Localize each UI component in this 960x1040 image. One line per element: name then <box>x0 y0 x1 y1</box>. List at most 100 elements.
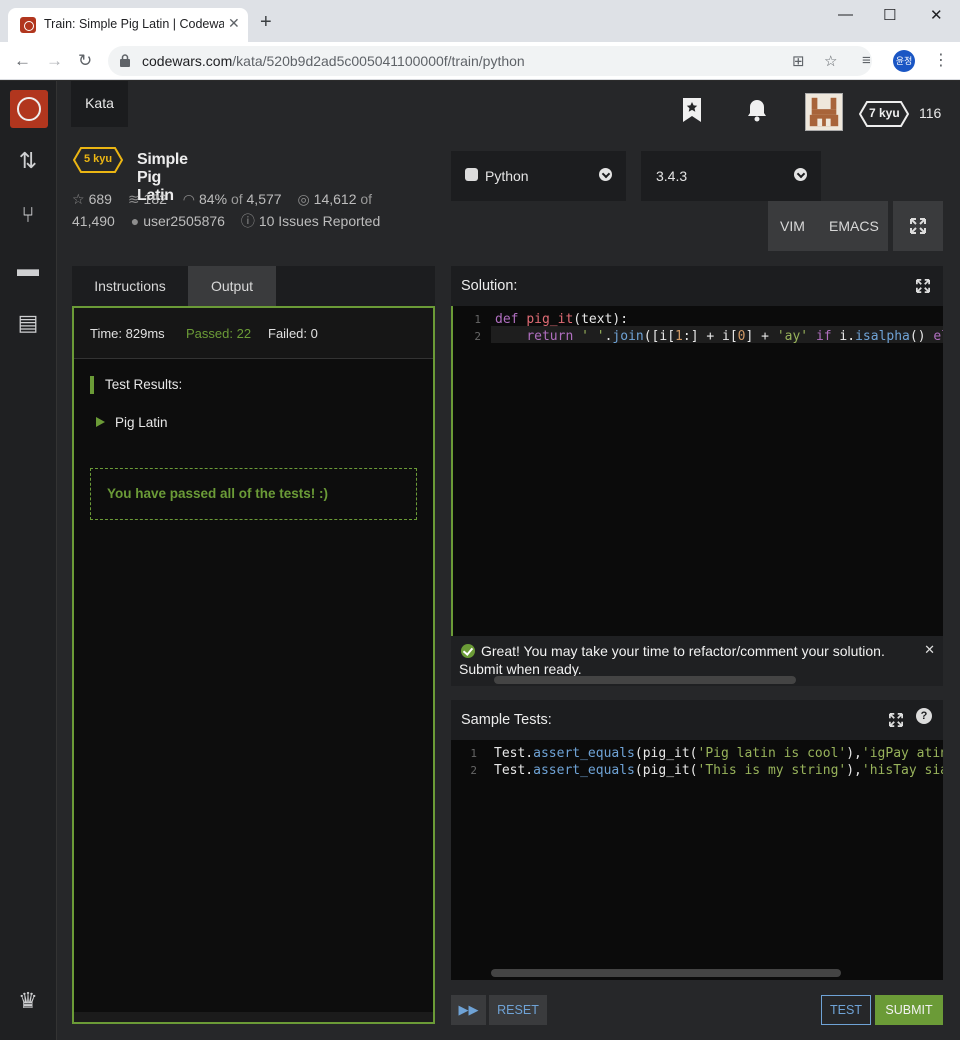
completed-count: 14,612 <box>313 191 357 207</box>
run-time: Time: 829ms <box>90 326 165 341</box>
sample-tests-header: Sample Tests: <box>451 700 943 740</box>
line-number: 1 <box>474 313 481 326</box>
skip-button[interactable]: ▶▶ <box>451 995 486 1025</box>
passed-message: You have passed all of the tests! :) <box>90 468 417 520</box>
docs-icon[interactable]: ▤ <box>14 309 42 337</box>
collections-icon: ≋ <box>127 191 140 207</box>
emacs-button[interactable]: EMACS <box>829 218 879 234</box>
test-group-label: Pig Latin <box>115 415 168 430</box>
collections-count: 182 <box>143 191 167 207</box>
sample-tests-title: Sample Tests: <box>461 712 552 728</box>
browser-menu-icon[interactable]: ⋮ <box>933 50 949 70</box>
run-stats: Time: 829ms Passed: 22 Failed: 0 <box>74 308 433 359</box>
star-icon[interactable]: ☆ <box>824 52 837 70</box>
completed-of: of <box>360 191 373 207</box>
test-results-header: Test Results: <box>90 376 182 394</box>
browser-toolbar: ← → ↻ codewars.com/kata/520b9d2ad5c00504… <box>0 42 960 80</box>
lock-icon <box>120 54 130 67</box>
kyu-label: 5 kyu <box>84 153 113 165</box>
reset-button[interactable]: RESET <box>489 995 547 1025</box>
line-number: 2 <box>474 330 481 343</box>
output-footer <box>74 1012 433 1022</box>
solution-editor[interactable]: 1 2 def pig_it(text): return ' '.join([i… <box>451 306 943 636</box>
honor-score: 116 <box>919 105 942 121</box>
tab-instructions[interactable]: Instructions <box>72 266 188 306</box>
codewars-favicon-icon <box>20 17 36 33</box>
satisfaction-icon: ◠ <box>182 191 196 207</box>
tab-close-icon[interactable]: ✕ <box>228 15 240 32</box>
horizontal-scrollbar[interactable] <box>494 676 796 684</box>
kyu-badge: 5 kyu <box>72 147 124 173</box>
code-line: return ' '.join([i[1:] + i[0] + 'ay' if … <box>526 329 943 344</box>
new-tab-button[interactable]: + <box>260 12 272 32</box>
profile-avatar[interactable]: 윤정 <box>893 50 915 72</box>
notice-text: Great! You may take your time to refacto… <box>459 643 885 677</box>
action-bar: ▶▶ RESET TEST SUBMIT <box>451 980 943 1040</box>
forward-arrow-icon[interactable]: → <box>46 51 63 71</box>
failed-count: Failed: 0 <box>268 326 318 341</box>
satisfaction-rating: 84% <box>199 191 228 207</box>
tab-output[interactable]: Output <box>188 266 276 306</box>
satisfaction-votes: 4,577 <box>246 191 282 207</box>
kata-nav-link[interactable]: Kata <box>71 81 128 127</box>
expand-icon[interactable] <box>916 279 930 293</box>
bell-icon[interactable] <box>745 98 769 122</box>
target-icon: ◎ <box>297 191 310 207</box>
attempts-count: 41,490 <box>72 213 115 229</box>
maximize-button[interactable]: ☐ <box>883 6 896 24</box>
practice-icon[interactable]: ⇅ <box>14 147 42 175</box>
stars-count: 689 <box>88 191 112 207</box>
panel-tabs: Instructions Output <box>72 266 435 306</box>
language-select[interactable]: Python <box>451 151 626 201</box>
issues-link[interactable]: 10 Issues Reported <box>259 213 380 229</box>
code-line: Test.assert_equals(pig_it('This is my st… <box>494 763 943 778</box>
python-icon <box>465 168 478 181</box>
chevron-down-icon <box>599 168 612 181</box>
window-close-button[interactable]: ✕ <box>930 6 943 24</box>
back-arrow-icon[interactable]: ← <box>14 51 31 71</box>
kata-stats: ☆ 689 ≋ 182 ◠ 84% of 4,577 ◎ 14,612 of 41,49… <box>72 188 432 232</box>
test-group[interactable]: Pig Latin <box>96 415 168 430</box>
version-select[interactable]: 3.4.3 <box>641 151 821 201</box>
bookmark-icon[interactable] <box>681 97 703 123</box>
fork-icon[interactable]: ⑂ <box>14 201 42 229</box>
tab-title: Train: Simple Pig Latin | Codewars <box>44 17 224 31</box>
browser-tab[interactable]: Train: Simple Pig Latin | Codewars ✕ <box>8 8 248 42</box>
codewars-app: ⇅ ⑂ ▬ ▤ ♛ Kata 7 kyu 116 5 kyu Simple Pi… <box>0 81 960 1040</box>
close-icon[interactable]: ✕ <box>924 641 935 659</box>
output-panel: Time: 829ms Passed: 22 Failed: 0 Test Re… <box>72 306 435 1024</box>
chevron-down-icon <box>794 168 807 181</box>
fullscreen-button[interactable] <box>893 201 943 251</box>
address-bar[interactable]: codewars.com/kata/520b9d2ad5c00504110000… <box>108 46 872 76</box>
expand-icon[interactable] <box>889 713 903 727</box>
url-text: codewars.com/kata/520b9d2ad5c00504110000… <box>142 53 525 69</box>
translate-icon[interactable]: ⊞ <box>792 52 805 70</box>
reload-icon[interactable]: ↻ <box>78 51 92 71</box>
user-icon: ● <box>130 213 140 229</box>
user-avatar[interactable] <box>805 93 843 131</box>
media-queue-icon[interactable]: ≡ <box>862 52 871 69</box>
line-number: 1 <box>470 747 477 760</box>
info-icon: ⓘ <box>240 213 255 229</box>
rank-label: 7 kyu <box>869 106 900 120</box>
author-link[interactable]: user2505876 <box>143 213 225 229</box>
code-line: def pig_it(text): <box>495 312 629 327</box>
language-value: Python <box>485 168 529 184</box>
minimize-button[interactable]: — <box>838 6 853 23</box>
solution-title: Solution: <box>461 278 518 294</box>
trophy-icon[interactable]: ♛ <box>14 987 42 1015</box>
satisfaction-of: of <box>230 191 243 207</box>
sample-tests-editor[interactable]: 1 2 Test.assert_equals(pig_it('Pig latin… <box>451 740 943 980</box>
discuss-icon[interactable]: ▬ <box>14 255 42 283</box>
submit-button[interactable]: SUBMIT <box>875 995 943 1025</box>
rank-badge[interactable]: 7 kyu <box>858 101 910 127</box>
horizontal-scrollbar[interactable] <box>491 969 841 977</box>
line-number: 2 <box>470 764 477 777</box>
codewars-logo-icon[interactable] <box>10 90 48 128</box>
test-button[interactable]: TEST <box>821 995 871 1025</box>
help-icon[interactable]: ? <box>916 708 932 724</box>
top-bar: Kata 7 kyu 116 <box>57 81 960 137</box>
passed-count: Passed: 22 <box>186 326 252 341</box>
sidebar: ⇅ ⑂ ▬ ▤ ♛ <box>0 81 57 1040</box>
vim-button[interactable]: VIM <box>780 218 805 234</box>
